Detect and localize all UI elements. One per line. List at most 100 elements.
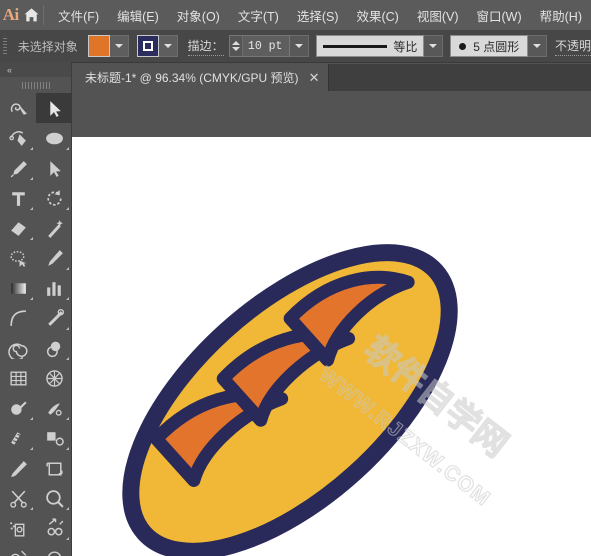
tool-flyout-indicator-icon[interactable] [30,147,33,150]
document-tab[interactable]: 未标题-1* @ 96.34% (CMYK/GPU 预览) ✕ [72,64,330,91]
tool-flyout-indicator-icon[interactable] [66,297,69,300]
menu-edit[interactable]: 编辑(E) [108,0,168,30]
tool-flyout-indicator-icon[interactable] [30,417,33,420]
stepper-up-icon[interactable] [231,41,240,45]
tool-flyout-indicator-icon[interactable] [30,177,33,180]
tool-shear[interactable] [36,543,72,556]
opacity-label[interactable]: 不透明 [554,37,591,56]
fill-color-swatch[interactable] [87,35,110,57]
blob-brush-icon [10,460,27,477]
stroke-weight-value[interactable]: 10 pt [243,40,290,53]
column-graph-icon [46,281,61,296]
bread-loaf-illustration[interactable] [72,137,591,556]
stepper-down-icon[interactable] [231,47,240,51]
toolbar-collapse-button[interactable]: « [0,62,71,77]
tool-puppet-warp[interactable] [0,543,36,556]
toolbar-grip[interactable] [0,77,71,93]
tool-spiral[interactable] [0,333,36,363]
brush-definition-selector[interactable]: 5 点圆形 [450,35,529,57]
width-profile-selector[interactable]: 等比 [316,35,425,57]
tool-shape-builder[interactable] [0,393,36,423]
stroke-color-swatch[interactable] [136,35,159,57]
tool-pencil[interactable] [36,243,72,273]
tool-column-graph[interactable] [36,273,72,303]
chevron-down-icon [295,44,304,48]
tool-artboard[interactable] [36,453,72,483]
tool-arc[interactable] [0,303,36,333]
tool-flyout-indicator-icon[interactable] [30,207,33,210]
tool-blob-brush[interactable] [0,453,36,483]
menu-help[interactable]: 帮助(H) [531,0,591,30]
stroke-dropdown-button[interactable] [158,35,178,57]
home-icon[interactable] [22,0,41,30]
zoom-magnifier-icon [45,489,64,508]
tool-flyout-indicator-icon[interactable] [30,237,33,240]
stroke-weight-stepper[interactable] [229,36,243,56]
tool-blend[interactable] [36,333,72,363]
tool-scale[interactable] [36,513,72,543]
grip-lines-icon [2,37,7,55]
chevron-down-icon [114,44,123,48]
tool-ellipse[interactable] [36,123,72,153]
tool-eraser[interactable] [0,213,36,243]
fill-dropdown-button[interactable] [109,35,129,57]
control-bar-grip[interactable] [0,30,10,63]
tool-flyout-indicator-icon[interactable] [30,447,33,450]
tool-flyout-indicator-icon[interactable] [66,447,69,450]
tool-direct-selection[interactable] [36,153,72,183]
fill-swatch-group[interactable] [87,35,129,57]
type-icon [11,191,25,206]
tool-type[interactable] [0,183,36,213]
tool-flyout-indicator-icon[interactable] [66,327,69,330]
menu-effect[interactable]: 效果(C) [347,0,407,30]
tool-width[interactable] [0,423,36,453]
tool-rectangular-grid[interactable] [0,363,36,393]
tool-flyout-indicator-icon[interactable] [30,297,33,300]
tool-grid [0,93,72,556]
menu-object[interactable]: 对象(O) [168,0,229,30]
tool-lasso[interactable] [0,243,36,273]
width-profile-dropdown-button[interactable] [424,35,444,57]
scale-icon [46,517,63,536]
tool-selection[interactable] [36,93,72,123]
symbol-sprayer-icon [9,521,24,537]
tool-gradient[interactable] [0,273,36,303]
tool-pen[interactable] [0,123,36,153]
menu-view[interactable]: 视图(V) [408,0,468,30]
tool-flyout-indicator-icon[interactable] [30,507,33,510]
tool-flyout-indicator-icon[interactable] [66,147,69,150]
blend-icon [46,341,60,357]
tool-flyout-indicator-icon[interactable] [66,417,69,420]
menu-item-list: 文件(F) 编辑(E) 对象(O) 文字(T) 选择(S) 效果(C) 视图(V… [49,0,591,30]
tool-flyout-indicator-icon[interactable] [66,537,69,540]
menu-window[interactable]: 窗口(W) [468,0,531,30]
stroke-weight-field[interactable]: 10 pt [228,35,291,57]
stroke-swatch-group[interactable] [136,35,178,57]
tool-zoom[interactable] [36,483,72,513]
tool-magic-wand[interactable] [36,213,72,243]
tool-eyedropper[interactable] [36,303,72,333]
tool-flyout-indicator-icon[interactable] [66,267,69,270]
tool-paintbrush[interactable] [0,153,36,183]
stroke-weight-label[interactable]: 描边： [187,37,224,56]
canvas-artboard[interactable]: 软件自学网 WWW.RJZXW.COM [72,137,591,556]
close-icon[interactable]: ✕ [309,71,320,84]
brush-definition-label: 5 点圆形 [473,39,520,54]
tool-shaper[interactable] [0,93,36,123]
tool-live-paint[interactable] [36,393,72,423]
tool-flyout-indicator-icon[interactable] [66,207,69,210]
tool-scissors[interactable] [0,483,36,513]
tool-mesh[interactable] [36,363,72,393]
selection-arrow-icon [49,100,61,117]
brush-dropdown-button[interactable] [528,35,547,57]
menu-file[interactable]: 文件(F) [49,0,108,30]
tool-flyout-indicator-icon[interactable] [66,357,69,360]
stroke-weight-dropdown-button[interactable] [290,35,310,57]
tool-rotate[interactable] [36,183,72,213]
menu-select[interactable]: 选择(S) [288,0,348,30]
tool-flyout-indicator-icon[interactable] [66,507,69,510]
menu-type[interactable]: 文字(T) [229,0,288,30]
pen-icon [8,130,26,146]
tool-symbol-sprayer[interactable] [0,513,36,543]
tool-free-transform[interactable] [36,423,72,453]
